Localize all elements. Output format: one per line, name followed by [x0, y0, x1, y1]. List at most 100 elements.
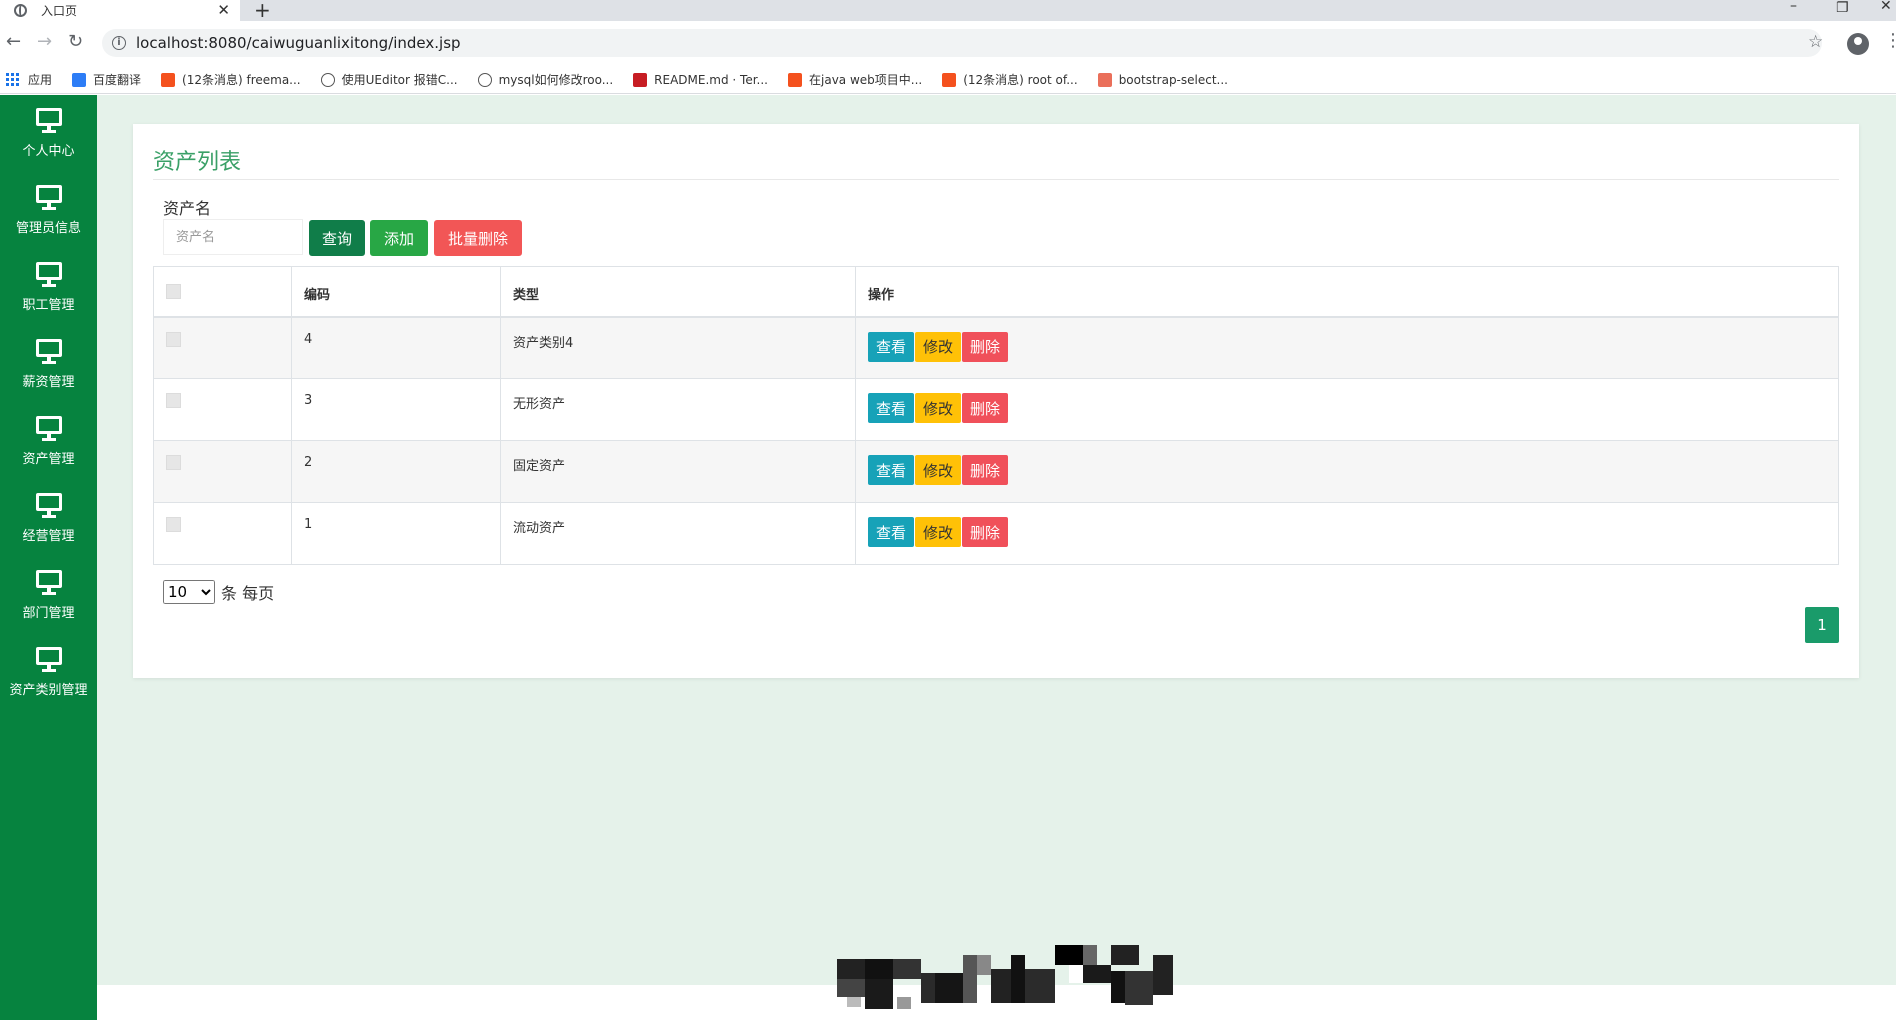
bookmark-item[interactable]: 在java web项目中...: [788, 71, 922, 88]
delete-button[interactable]: 删除: [962, 393, 1009, 423]
add-button[interactable]: 添加: [370, 220, 428, 256]
bookmark-item[interactable]: bootstrap-select...: [1097, 72, 1228, 87]
table-header-row: 编码 类型 操作: [153, 266, 1839, 318]
pagination-page-1[interactable]: 1: [1805, 607, 1839, 643]
query-button[interactable]: 查询: [309, 220, 365, 256]
bookmark-label: mysql如何修改roo...: [498, 73, 614, 87]
sidebar-item-label: 管理员信息: [15, 221, 81, 236]
page-size-select[interactable]: 10: [163, 580, 215, 604]
close-window-icon[interactable]: ✕: [1880, 0, 1892, 14]
restore-window-icon[interactable]: ❐: [1836, 0, 1849, 16]
sidebar-item[interactable]: 资产类别管理: [0, 634, 97, 711]
select-all-header: [153, 266, 292, 318]
row-checkbox[interactable]: [166, 393, 181, 408]
monitor-icon: [35, 339, 62, 365]
reload-icon[interactable]: ↻: [68, 31, 83, 52]
csdn-icon: [942, 72, 957, 87]
actions-cell: 查看 修改 删除: [855, 440, 1839, 503]
bookmark-label: 使用UEditor 报错C...: [341, 73, 458, 87]
bookmark-item[interactable]: mysql如何修改roo...: [477, 71, 614, 88]
link-icon: [477, 72, 492, 87]
column-header-actions: 操作: [855, 266, 1839, 318]
edit-button[interactable]: 修改: [915, 331, 962, 362]
new-tab-button[interactable]: +: [254, 0, 271, 22]
browser-menu-icon[interactable]: ⋮: [1884, 30, 1896, 51]
bookmark-label: 在java web项目中...: [809, 73, 923, 87]
baidu-translate-icon: [72, 72, 87, 87]
monitor-icon: [35, 647, 62, 673]
csdn-icon: [161, 72, 176, 87]
sidebar-item[interactable]: 个人中心: [0, 95, 97, 172]
bookmark-label: bootstrap-select...: [1118, 72, 1228, 87]
select-all-checkbox[interactable]: [166, 284, 181, 299]
sidebar-item[interactable]: 薪资管理: [0, 326, 97, 403]
delete-button[interactable]: 删除: [962, 331, 1009, 362]
sidebar-item[interactable]: 管理员信息: [0, 172, 97, 249]
bookmark-label: 百度翻译: [93, 73, 142, 87]
bookmark-label: (12条消息) freema...: [182, 73, 301, 87]
site-info-icon[interactable]: i: [112, 36, 126, 50]
close-tab-icon[interactable]: ✕: [217, 1, 230, 19]
sidebar-item[interactable]: 部门管理: [0, 557, 97, 634]
view-button[interactable]: 查看: [868, 331, 915, 362]
browser-toolbar: ← → ↻ i localhost:8080/caiwuguanlixitong…: [0, 21, 1896, 66]
view-button[interactable]: 查看: [868, 517, 915, 547]
address-bar[interactable]: i localhost:8080/caiwuguanlixitong/index…: [102, 29, 1822, 57]
edit-button[interactable]: 修改: [915, 455, 962, 485]
row-select-cell: [153, 378, 292, 441]
title-divider: [153, 179, 1839, 180]
monitor-icon: [35, 570, 62, 596]
monitor-icon: [35, 185, 62, 211]
browser-tab-strip: 入口页 ✕ + – ❐ ✕: [0, 0, 1896, 22]
actions-cell: 查看 修改 删除: [855, 378, 1839, 441]
back-arrow-icon[interactable]: ←: [6, 31, 21, 52]
row-checkbox[interactable]: [166, 331, 181, 347]
forward-arrow-icon[interactable]: →: [37, 31, 52, 52]
bookmark-item[interactable]: (12条消息) freema...: [161, 71, 301, 88]
profile-avatar-icon[interactable]: [1847, 33, 1869, 55]
search-label: 资产名: [163, 199, 212, 218]
bookmark-item[interactable]: (12条消息) root of...: [942, 71, 1078, 88]
bookmarks-bar: 应用 百度翻译 (12条消息) freema... 使用UEditor 报错C... m…: [0, 66, 1896, 94]
type-cell: 固定资产: [500, 440, 856, 503]
actions-cell: 查看 修改 删除: [855, 502, 1839, 565]
edit-button[interactable]: 修改: [915, 517, 962, 547]
sidebar-item[interactable]: 职工管理: [0, 249, 97, 326]
sidebar-item[interactable]: 资产管理: [0, 403, 97, 480]
monitor-icon: [35, 493, 62, 519]
view-button[interactable]: 查看: [868, 455, 915, 485]
row-checkbox[interactable]: [166, 517, 181, 532]
row-select-cell: [153, 502, 292, 565]
bookmark-item[interactable]: 百度翻译: [72, 71, 141, 88]
table-row: 2 固定资产 查看 修改 删除: [153, 440, 1839, 503]
asset-table: 编码 类型 操作 4 资产类别4 查看 修改 删除 3 无形资产 查看 修改 删除 2 固定资产 查看修…: [153, 266, 1839, 565]
column-header-code: 编码: [291, 266, 501, 318]
bookmark-item[interactable]: README.md · Ter...: [633, 72, 768, 87]
browser-tab[interactable]: 入口页 ✕: [0, 0, 240, 21]
table-row: 4 资产类别4 查看 修改 删除: [153, 316, 1839, 379]
sidebar-item-label: 个人中心: [22, 144, 75, 159]
sidebar-item[interactable]: 经营管理: [0, 480, 97, 557]
asset-name-search-input[interactable]: [163, 219, 303, 255]
type-cell: 资产类别4: [500, 316, 856, 379]
pixelated-watermark: [837, 945, 1181, 1009]
table-row: 3 无形资产 查看 修改 删除: [153, 378, 1839, 441]
monitor-icon: [35, 416, 62, 442]
monitor-icon: [35, 262, 62, 288]
bookmark-item[interactable]: 使用UEditor 报错C...: [320, 71, 458, 88]
bookmark-label: 应用: [28, 73, 53, 87]
bookmark-star-icon[interactable]: ☆: [1808, 32, 1823, 52]
sidebar: 个人中心管理员信息职工管理 薪资管理资产管理经营管理 部门管理资产类别管理: [0, 95, 97, 1020]
view-button[interactable]: 查看: [868, 393, 915, 423]
minimize-window-icon[interactable]: –: [1790, 0, 1797, 14]
code-cell: 4: [291, 316, 501, 379]
bookmark-item[interactable]: 应用: [6, 71, 52, 88]
page-size-control: 10 条 每页: [163, 580, 274, 604]
sidebar-item-label: 资产类别管理: [9, 683, 88, 698]
delete-button[interactable]: 删除: [962, 517, 1009, 547]
row-checkbox[interactable]: [166, 455, 181, 470]
sidebar-item-label: 资产管理: [22, 452, 75, 467]
batch-delete-button[interactable]: 批量删除: [434, 220, 522, 256]
edit-button[interactable]: 修改: [915, 393, 962, 423]
delete-button[interactable]: 删除: [962, 455, 1009, 485]
